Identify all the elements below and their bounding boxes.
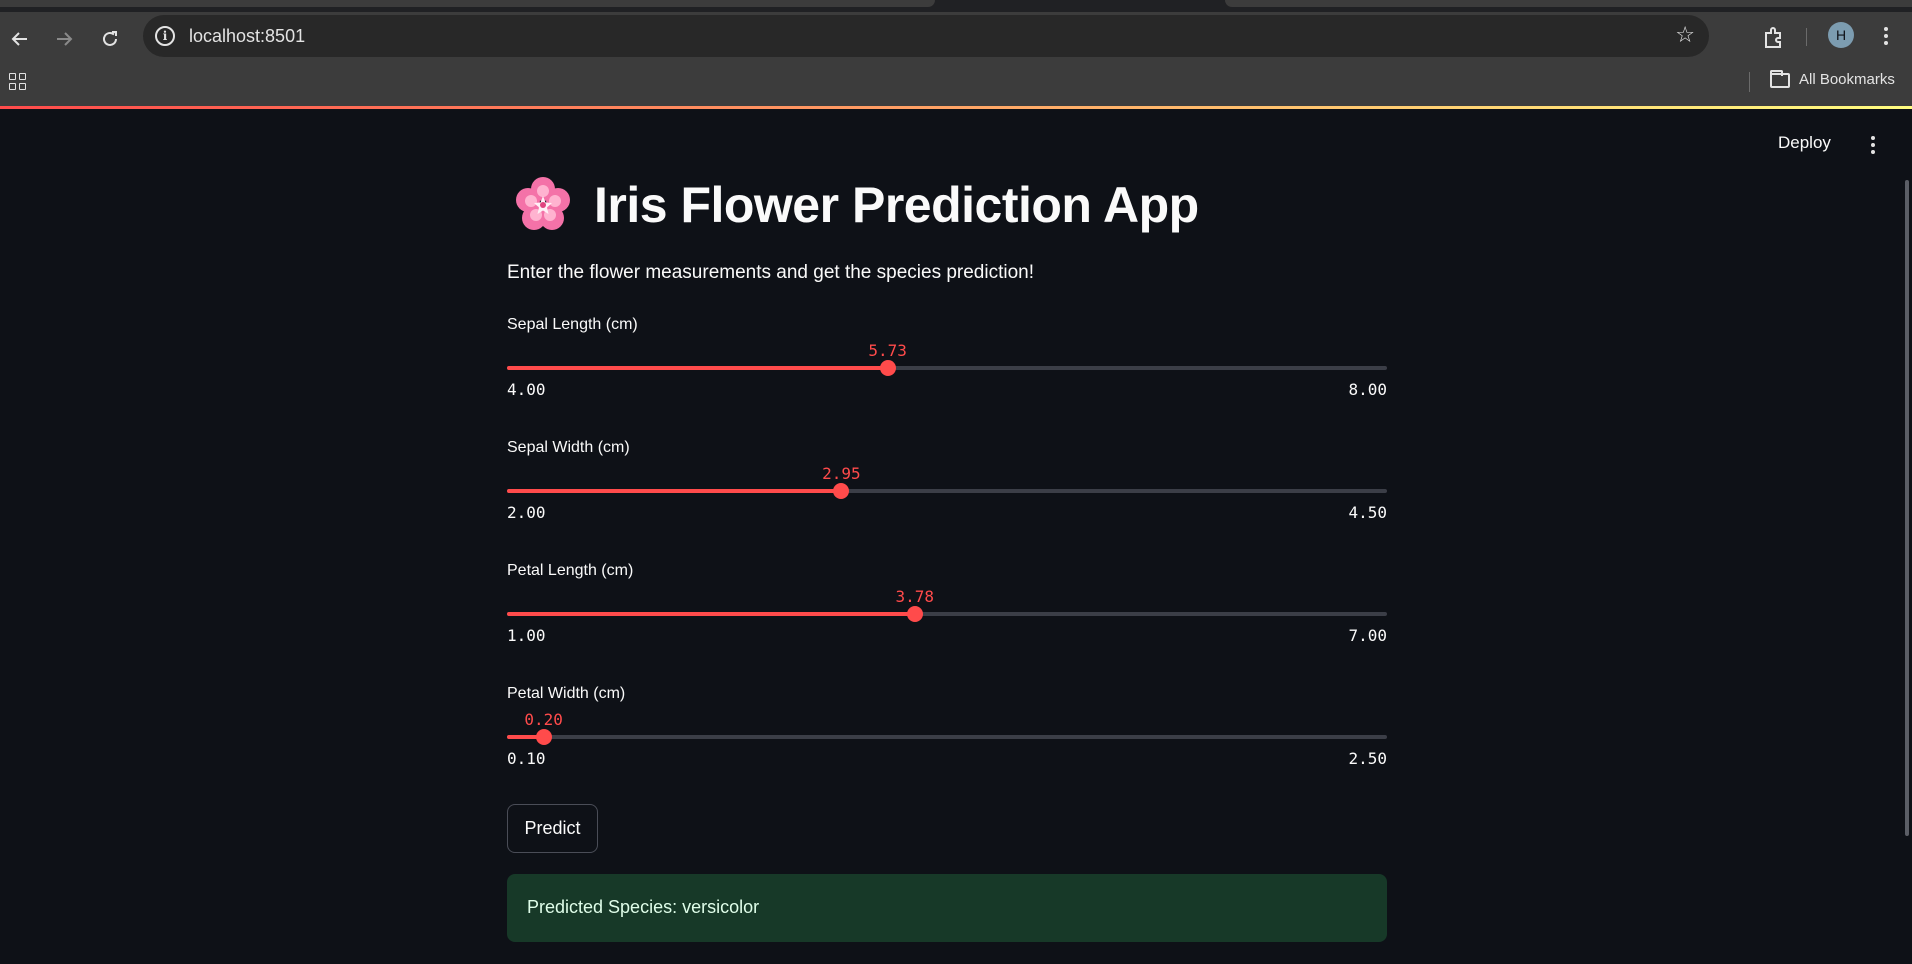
slider-thumb[interactable] <box>906 606 923 622</box>
url-text[interactable]: localhost:8501 <box>189 26 305 47</box>
slider-min-value: 2.00 <box>507 503 546 522</box>
bookmark-star-icon[interactable]: ☆ <box>1675 22 1695 48</box>
slider-label: Sepal Width (cm) <box>507 439 630 456</box>
app-menu-kebab-icon[interactable] <box>1871 136 1875 157</box>
slider-thumb[interactable] <box>833 483 850 499</box>
slider-petal-length: Petal Length (cm) 3.78 1.00 7.00 <box>507 562 1387 672</box>
site-info-icon[interactable]: i <box>155 26 175 46</box>
prediction-result-alert: Predicted Species: versicolor <box>507 874 1387 942</box>
predict-button[interactable]: Predict <box>507 804 598 853</box>
slider-fill <box>507 366 888 370</box>
menu-kebab-icon[interactable] <box>1884 27 1888 48</box>
slider-label: Petal Length (cm) <box>507 562 634 579</box>
slider-sepal-length: Sepal Length (cm) 5.73 4.00 8.00 <box>507 316 1387 426</box>
folder-icon <box>1770 70 1790 88</box>
slider-fill <box>507 489 842 493</box>
page-subtitle: Enter the flower measurements and get th… <box>507 262 1035 283</box>
slider-label: Sepal Length (cm) <box>507 316 638 333</box>
cherry-blossom-icon <box>516 177 570 230</box>
slider-current-value: 3.78 <box>895 587 934 606</box>
slider-max-value: 4.50 <box>1348 503 1387 522</box>
apps-grid-icon[interactable] <box>9 73 26 90</box>
slider-current-value: 2.95 <box>822 464 861 483</box>
slider-thumb[interactable] <box>879 360 896 376</box>
title-row: Iris Flower Prediction App <box>514 176 1199 234</box>
extensions-icon[interactable] <box>1761 24 1787 50</box>
app-decoration-bar <box>0 106 1912 109</box>
forward-arrow-icon[interactable] <box>47 22 81 56</box>
slider-current-value: 5.73 <box>868 341 907 360</box>
profile-avatar[interactable]: H <box>1828 22 1854 48</box>
address-bar[interactable]: i localhost:8501 ☆ <box>143 15 1709 57</box>
slider-min-value: 1.00 <box>507 626 546 645</box>
back-arrow-icon[interactable] <box>3 22 37 56</box>
prediction-result-text: Predicted Species: versicolor <box>527 897 760 917</box>
slider-track[interactable] <box>507 483 1387 499</box>
reload-icon[interactable] <box>93 22 127 56</box>
slider-track[interactable] <box>507 729 1387 745</box>
browser-tab[interactable] <box>1225 0 1912 7</box>
deploy-button[interactable]: Deploy <box>1778 133 1831 153</box>
slider-max-value: 7.00 <box>1348 626 1387 645</box>
toolbar-divider <box>1806 28 1807 46</box>
slider-min-value: 0.10 <box>507 749 546 768</box>
tab-strip <box>0 0 1912 12</box>
bookmarks-bar <box>0 70 1912 106</box>
slider-max-value: 8.00 <box>1348 380 1387 399</box>
browser-toolbar: i localhost:8501 ☆ H <box>0 12 1912 70</box>
browser-tab[interactable] <box>0 0 935 7</box>
slider-track[interactable] <box>507 606 1387 622</box>
slider-current-value: 0.20 <box>524 710 563 729</box>
page-title: Iris Flower Prediction App <box>594 177 1199 233</box>
slider-thumb[interactable] <box>535 729 552 745</box>
slider-track[interactable] <box>507 360 1387 376</box>
page-scrollbar[interactable] <box>1905 180 1909 836</box>
slider-min-value: 4.00 <box>507 380 546 399</box>
slider-petal-width: Petal Width (cm) 0.20 0.10 2.50 <box>507 685 1387 795</box>
bookmarks-divider <box>1749 72 1750 92</box>
slider-fill <box>507 612 915 616</box>
slider-sepal-width: Sepal Width (cm) 2.95 2.00 4.50 <box>507 439 1387 549</box>
slider-max-value: 2.50 <box>1348 749 1387 768</box>
slider-label: Petal Width (cm) <box>507 685 626 702</box>
all-bookmarks-link[interactable]: All Bookmarks <box>1799 71 1895 88</box>
